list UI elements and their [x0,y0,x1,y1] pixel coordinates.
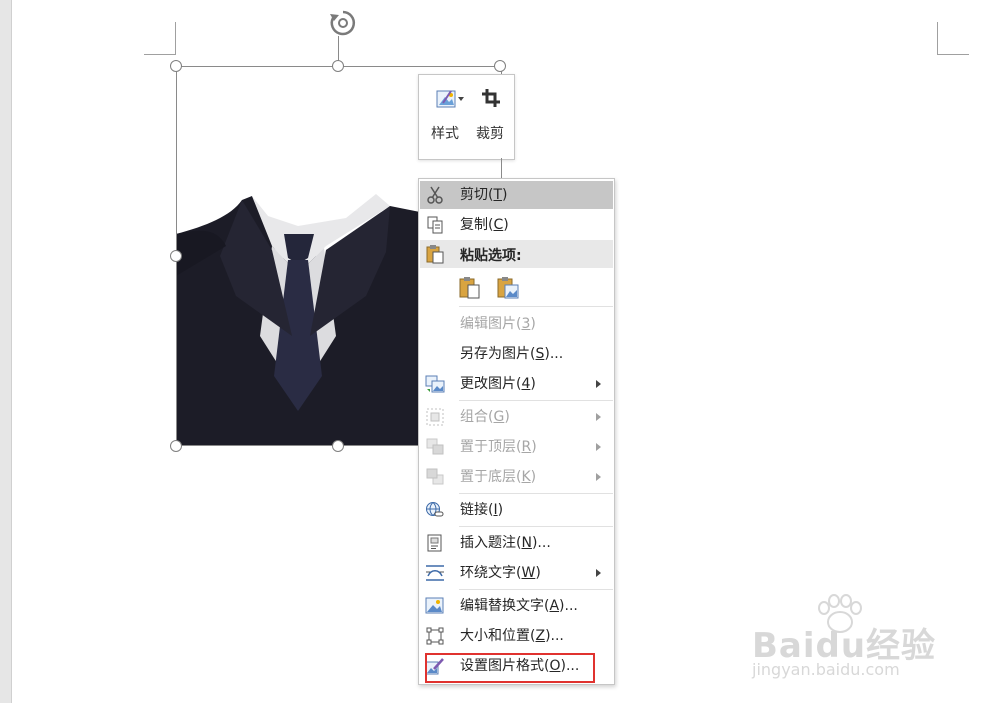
crop-mark-top-left-h [144,54,176,55]
paste-keep-source-icon[interactable] [457,275,483,301]
menu-item-label: 复制(C) [460,217,509,233]
menu-item-insert-caption[interactable]: 插入题注(N)... [420,529,613,557]
crop-mark-top-right-v [937,22,938,54]
menu-item-bring-to-front[interactable]: 置于顶层(R) [420,433,613,461]
picture-style-icon [431,85,464,111]
crop-button[interactable]: 裁剪 [468,75,512,159]
wrap-text-icon [425,564,445,582]
crop-mark-top-right-h [937,54,969,55]
menu-item-save-as-picture[interactable]: 另存为图片(S)... [420,340,613,368]
resize-handle-bottom-left[interactable] [170,440,182,452]
menu-item-label: 编辑替换文字(A)... [460,598,578,614]
menu-item-edit-picture[interactable]: 编辑图片(3) [420,310,613,338]
menu-item-copy[interactable]: 复制(C) [420,211,613,239]
menu-item-label: 另存为图片(S)... [460,346,564,362]
menu-item-label: 环绕文字(W) [460,565,541,581]
resize-handle-bottom-center[interactable] [332,440,344,452]
menu-item-label: 组合(G) [460,409,510,425]
menu-item-label: 大小和位置(Z)... [460,628,564,644]
baidu-watermark: Baidu经验 jingyan.baidu.com [752,594,962,688]
menu-item-label: 剪切(T) [460,187,508,203]
toolbar-connector [501,158,502,178]
menu-item-label: 编辑图片(3) [460,316,536,332]
menu-item-label: 插入题注(N)... [460,535,551,551]
style-label: 样式 [431,126,459,142]
send-to-back-icon [425,468,445,486]
paste-options-header: 粘贴选项: [420,240,613,268]
copy-icon [425,216,445,234]
rotate-handle-icon[interactable] [328,8,358,38]
menu-item-link[interactable]: 链接(I) [420,496,613,524]
resize-handle-top-left[interactable] [170,60,182,72]
submenu-arrow-icon [596,569,601,577]
submenu-arrow-icon [596,413,601,421]
menu-item-group[interactable]: 组合(G) [420,403,613,431]
submenu-arrow-icon [596,443,601,451]
menu-separator [459,589,613,590]
insert-caption-icon [425,534,445,552]
crop-icon [476,85,506,111]
size-position-icon [425,627,445,645]
alt-text-icon [425,597,445,615]
menu-separator [459,400,613,401]
crop-label: 裁剪 [476,126,504,142]
mini-toolbar: 样式 裁剪 [418,74,515,160]
menu-separator [459,526,613,527]
menu-item-wrap-text[interactable]: 环绕文字(W) [420,559,613,587]
context-menu: 剪切(T) 复制(C) 粘贴选项: 编辑图片(3) 另存为图片(S)... 更改… [418,178,615,685]
link-globe-icon [425,501,445,519]
watermark-url: jingyan.baidu.com [752,660,900,679]
menu-item-label: 置于底层(K) [460,469,537,485]
menu-separator [459,306,613,307]
menu-item-cut[interactable]: 剪切(T) [420,181,613,209]
style-button[interactable]: 样式 [423,75,467,159]
left-page-margin [0,0,12,703]
bring-to-front-icon [425,438,445,456]
menu-item-label: 置于顶层(R) [460,439,537,455]
paste-options-label: 粘贴选项: [460,248,522,264]
paste-picture-icon[interactable] [495,275,521,301]
menu-item-change-picture[interactable]: 更改图片(4) [420,370,613,398]
resize-handle-top-center[interactable] [332,60,344,72]
resize-handle-middle-left[interactable] [170,250,182,262]
menu-separator [459,493,613,494]
clipboard-icon [425,244,445,264]
highlight-box [425,653,595,683]
menu-item-size-and-position[interactable]: 大小和位置(Z)... [420,622,613,650]
submenu-arrow-icon [596,473,601,481]
menu-item-send-to-back[interactable]: 置于底层(K) [420,463,613,491]
resize-handle-top-right[interactable] [494,60,506,72]
menu-item-edit-alt-text[interactable]: 编辑替换文字(A)... [420,592,613,620]
submenu-arrow-icon [596,380,601,388]
menu-item-label: 链接(I) [460,502,504,518]
menu-item-label: 更改图片(4) [460,376,536,392]
group-icon [425,408,445,426]
crop-mark-top-left-v [175,22,176,54]
change-picture-icon [425,375,445,393]
scissors-icon [425,186,445,204]
